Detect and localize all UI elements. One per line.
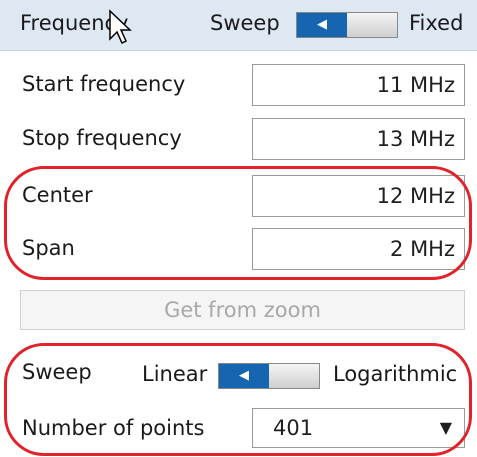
center-span-highlight [4, 166, 472, 280]
sweep-mode-label: Sweep [210, 11, 280, 35]
sweep-points-highlight [4, 343, 472, 456]
fixed-mode-label: Fixed [409, 11, 464, 35]
start-frequency-label: Start frequency [22, 72, 186, 96]
start-frequency-input[interactable]: 11 MHz [252, 64, 465, 106]
mouse-cursor-icon [109, 9, 132, 45]
stop-frequency-label: Stop frequency [22, 126, 182, 150]
get-from-zoom-button[interactable]: Get from zoom [20, 290, 465, 330]
stop-frequency-input[interactable]: 13 MHz [252, 118, 465, 160]
frequency-header: Frequency Sweep ◀ Fixed [0, 0, 477, 51]
sweep-fixed-toggle[interactable]: ◀ [296, 12, 398, 38]
triangle-left-icon: ◀ [297, 13, 347, 37]
